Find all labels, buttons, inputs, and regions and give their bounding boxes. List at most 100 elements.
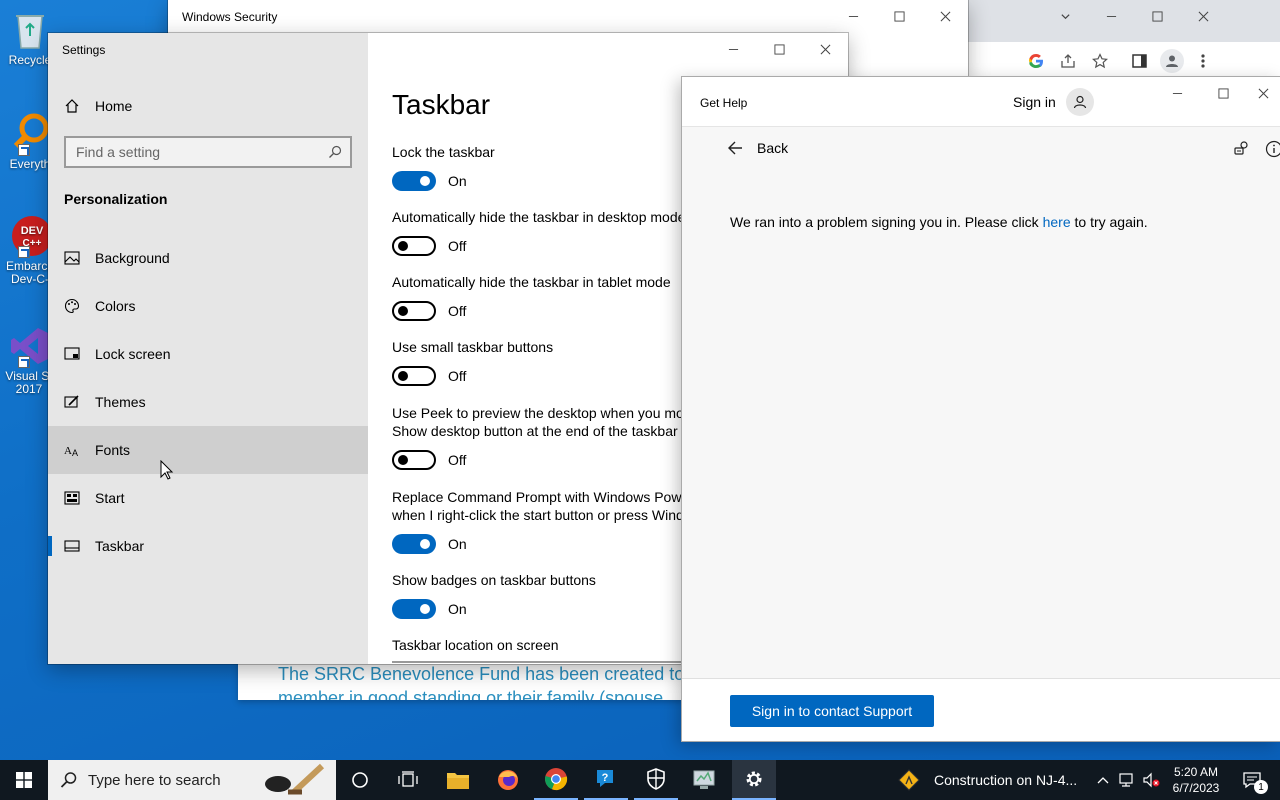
nav-fonts[interactable]: AA Fonts [48, 426, 368, 474]
taskbar: Type here to search ? Construction on NJ… [0, 760, 1280, 800]
sign-in-contact-support-button[interactable]: Sign in to contact Support [730, 695, 934, 727]
share-icon[interactable] [1060, 53, 1076, 69]
sign-in-link[interactable]: Sign in [1013, 94, 1056, 110]
toggle-state: On [448, 173, 467, 189]
peek-toggle[interactable] [392, 450, 436, 470]
chevron-up-icon [1097, 777, 1109, 784]
firefox-icon [498, 770, 518, 790]
close-button[interactable] [802, 33, 848, 65]
maximize-button[interactable] [876, 0, 922, 32]
get-help-icon: ? [597, 770, 613, 787]
feedback-icon[interactable] [1233, 140, 1251, 158]
taskbar-settings[interactable] [732, 760, 776, 800]
badges-toggle[interactable] [392, 599, 436, 619]
nav-lock-screen[interactable]: Lock screen [48, 330, 368, 378]
volume-button[interactable] [1140, 760, 1162, 800]
task-view-icon [398, 771, 418, 787]
windows-logo-icon [16, 772, 32, 788]
task-view-button[interactable] [386, 760, 430, 800]
recycle-bin-icon [8, 8, 52, 52]
desktop-icon-label: Visual St 2017 [5, 369, 53, 396]
nav-label: Colors [95, 298, 136, 314]
powershell-toggle[interactable] [392, 534, 436, 554]
kebab-menu-icon[interactable] [1200, 53, 1206, 69]
remote-desktop-icon [693, 770, 715, 789]
retry-link[interactable]: here [1043, 214, 1071, 230]
action-center-button[interactable]: 1 [1232, 760, 1272, 800]
option-label: Use small taskbar buttons [392, 339, 554, 355]
nav-label: Lock screen [95, 346, 171, 362]
maximize-button[interactable] [1200, 77, 1246, 109]
option-label: Replace Command Prompt with Windows Powe… [392, 489, 692, 505]
lock-taskbar-toggle[interactable] [392, 171, 436, 191]
nav-background[interactable]: Background [48, 234, 368, 282]
get-help-header: Get Help Sign in [682, 77, 1280, 127]
nav-colors[interactable]: Colors [48, 282, 368, 330]
svg-text:?: ? [602, 772, 609, 784]
autohide-desktop-toggle[interactable] [392, 236, 436, 256]
close-button[interactable] [1246, 77, 1280, 109]
back-arrow-icon[interactable] [727, 140, 743, 156]
taskbar-file-explorer[interactable] [436, 760, 480, 800]
start-layout-icon [64, 490, 80, 506]
toggle-state: Off [448, 303, 467, 319]
clock[interactable]: 5:20 AM 6/7/2023 [1164, 760, 1228, 800]
cortana-button[interactable] [338, 760, 382, 800]
browser-tab-dropdown-icon[interactable] [1042, 0, 1088, 32]
option-label: Use Peek to preview the desktop when you… [392, 405, 692, 421]
folder-icon [447, 773, 469, 789]
nav-home[interactable]: Home [48, 82, 368, 130]
side-panel-icon[interactable] [1132, 54, 1147, 68]
google-icon[interactable] [1028, 53, 1044, 69]
background-webpage: The SRRC Benevolence Fund has been creat… [238, 660, 684, 700]
taskbar-get-help[interactable]: ? [584, 760, 628, 800]
start-button[interactable] [0, 760, 48, 800]
small-buttons-toggle[interactable] [392, 366, 436, 386]
maximize-button[interactable] [756, 33, 802, 65]
search-icon [329, 145, 342, 158]
account-avatar-icon[interactable] [1066, 88, 1094, 116]
get-help-window[interactable]: Get Help Sign in Back We ran into a prob… [682, 77, 1280, 741]
message-text: We ran into a problem signing you in. Pl… [730, 214, 1043, 230]
taskbar-app[interactable] [682, 760, 726, 800]
network-button[interactable] [1116, 760, 1138, 800]
browser-window[interactable] [968, 0, 1280, 80]
lock-screen-icon [64, 346, 80, 362]
info-icon[interactable] [1265, 140, 1280, 158]
taskbar-chrome[interactable] [534, 760, 578, 800]
page-title: Taskbar [392, 89, 491, 120]
mouse-cursor-icon [160, 460, 174, 480]
toggle-state: Off [448, 452, 467, 468]
close-button[interactable] [922, 0, 968, 32]
search-icon [60, 772, 77, 788]
minimize-button[interactable] [830, 0, 876, 32]
autohide-tablet-toggle[interactable] [392, 301, 436, 321]
shortcut-arrow-icon [18, 144, 30, 156]
clock-date: 6/7/2023 [1172, 781, 1220, 795]
webpage-text: member in good standing or their family … [278, 688, 664, 700]
get-help-footer: Sign in to contact Support [682, 678, 1280, 741]
nav-label: Themes [95, 394, 146, 410]
nav-themes[interactable]: Themes [48, 378, 368, 426]
taskbar-search-box[interactable]: Type here to search [48, 760, 336, 800]
profile-avatar-icon[interactable] [1160, 49, 1184, 73]
minimize-button[interactable] [1154, 77, 1200, 109]
toggle-state: On [448, 536, 467, 552]
browser-close-button[interactable] [1180, 0, 1226, 32]
find-setting-input[interactable]: Find a setting [64, 136, 352, 168]
browser-maximize-button[interactable] [1134, 0, 1180, 32]
minimize-button[interactable] [710, 33, 756, 65]
taskbar-firefox[interactable] [486, 760, 530, 800]
location-dropdown[interactable] [392, 661, 682, 664]
show-hidden-icons-button[interactable] [1092, 760, 1114, 800]
taskbar-windows-security[interactable] [634, 760, 678, 800]
news-widget[interactable]: Construction on NJ-4... [892, 760, 1082, 800]
bookmark-star-icon[interactable] [1092, 53, 1108, 69]
nav-home-label: Home [95, 98, 133, 114]
window-title: Settings [62, 43, 106, 57]
browser-minimize-button[interactable] [1088, 0, 1134, 32]
nav-start[interactable]: Start [48, 474, 368, 522]
nav-taskbar[interactable]: Taskbar [48, 522, 368, 570]
back-button[interactable]: Back [757, 140, 788, 156]
nav-category-title: Personalization [64, 191, 168, 207]
